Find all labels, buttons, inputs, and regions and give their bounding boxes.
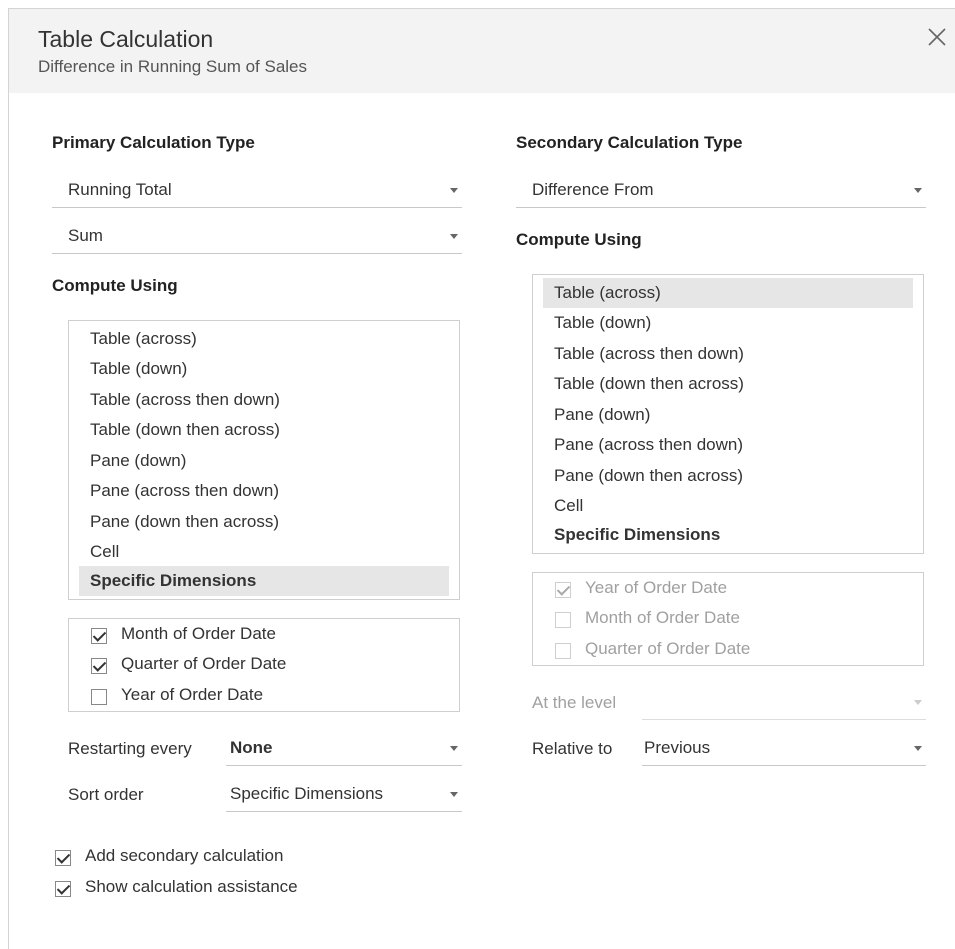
secondary-calc-heading: Secondary Calculation Type <box>516 133 743 152</box>
relative-to-value: Previous <box>644 738 711 757</box>
primary-compute-using-list[interactable]: Table (across) Table (down) Table (acros… <box>68 320 460 600</box>
primary-type-dropdown[interactable]: Running Total <box>52 172 462 208</box>
dimension-label: Year of Order Date <box>585 578 728 597</box>
sort-order-value: Specific Dimensions <box>230 784 384 803</box>
dialog-subtitle: Difference in Running Sum of Sales <box>38 57 308 76</box>
at-the-level-dropdown <box>642 684 926 720</box>
chevron-down-icon <box>450 746 458 751</box>
chevron-down-icon <box>914 700 922 705</box>
list-item[interactable]: Pane (down) <box>79 446 449 476</box>
dialog-title: Table Calculation <box>38 26 214 52</box>
list-item-selected[interactable]: Table (across) <box>543 278 913 308</box>
show-assistance-label: Show calculation assistance <box>85 877 298 896</box>
secondary-type-dropdown[interactable]: Difference From <box>516 172 926 208</box>
add-secondary-label: Add secondary calculation <box>85 846 284 865</box>
list-item[interactable]: Pane (down) <box>543 400 913 430</box>
list-item[interactable]: Table (down then across) <box>543 369 913 399</box>
dialog-left-border <box>8 8 9 949</box>
list-item[interactable]: Cell <box>79 537 449 567</box>
list-item[interactable]: Specific Dimensions <box>543 520 913 550</box>
list-item[interactable]: Cell <box>543 491 913 521</box>
chevron-down-icon <box>450 792 458 797</box>
list-item[interactable]: Pane (down then across) <box>543 461 913 491</box>
checkbox <box>555 582 571 598</box>
at-the-level-label: At the level <box>532 693 617 712</box>
secondary-compute-using-list[interactable]: Table (across) Table (down) Table (acros… <box>532 274 924 554</box>
list-item[interactable]: Pane (across then down) <box>79 476 449 506</box>
relative-to-dropdown[interactable]: Previous <box>642 730 926 766</box>
list-item[interactable]: Table (down) <box>543 308 913 338</box>
primary-dimensions-list: Month of Order Date Quarter of Order Dat… <box>68 618 460 712</box>
list-item[interactable]: Table (down then across) <box>79 415 449 445</box>
dimension-label: Year of Order Date <box>121 685 264 704</box>
primary-aggregation-value: Sum <box>68 226 103 245</box>
list-item[interactable]: Table (down) <box>79 354 449 384</box>
restarting-every-dropdown[interactable]: None <box>226 730 462 766</box>
dimension-label: Month of Order Date <box>121 624 276 643</box>
list-item-selected[interactable]: Specific Dimensions <box>79 566 449 596</box>
show-assistance-checkbox[interactable] <box>55 881 71 897</box>
checkbox <box>555 643 571 659</box>
primary-calc-heading: Primary Calculation Type <box>52 133 255 152</box>
dimension-label: Month of Order Date <box>585 608 740 627</box>
checkbox[interactable] <box>91 628 107 644</box>
sort-order-dropdown[interactable]: Specific Dimensions <box>226 776 462 812</box>
dimension-label: Quarter of Order Date <box>585 639 751 658</box>
restarting-every-label: Restarting every <box>68 739 192 758</box>
chevron-down-icon <box>914 746 922 751</box>
list-item[interactable]: Table (across then down) <box>543 339 913 369</box>
checkbox[interactable] <box>91 689 107 705</box>
close-icon[interactable] <box>926 26 948 48</box>
chevron-down-icon <box>450 234 458 239</box>
primary-type-value: Running Total <box>68 180 172 199</box>
secondary-dimensions-list: Year of Order Date Month of Order Date Q… <box>532 572 924 666</box>
primary-aggregation-dropdown[interactable]: Sum <box>52 218 462 254</box>
add-secondary-checkbox[interactable] <box>55 850 71 866</box>
restarting-every-value: None <box>230 738 273 757</box>
list-item[interactable]: Table (across then down) <box>79 385 449 415</box>
checkbox <box>555 612 571 628</box>
dimension-label: Quarter of Order Date <box>121 654 287 673</box>
list-item[interactable]: Pane (down then across) <box>79 507 449 537</box>
secondary-type-value: Difference From <box>532 180 654 199</box>
list-item[interactable]: Table (across) <box>79 324 449 354</box>
chevron-down-icon <box>450 188 458 193</box>
secondary-compute-using-heading: Compute Using <box>516 230 642 249</box>
relative-to-label: Relative to <box>532 739 613 758</box>
list-item[interactable]: Pane (across then down) <box>543 430 913 460</box>
sort-order-label: Sort order <box>68 785 144 804</box>
primary-compute-using-heading: Compute Using <box>52 276 178 295</box>
chevron-down-icon <box>914 188 922 193</box>
checkbox[interactable] <box>91 658 107 674</box>
